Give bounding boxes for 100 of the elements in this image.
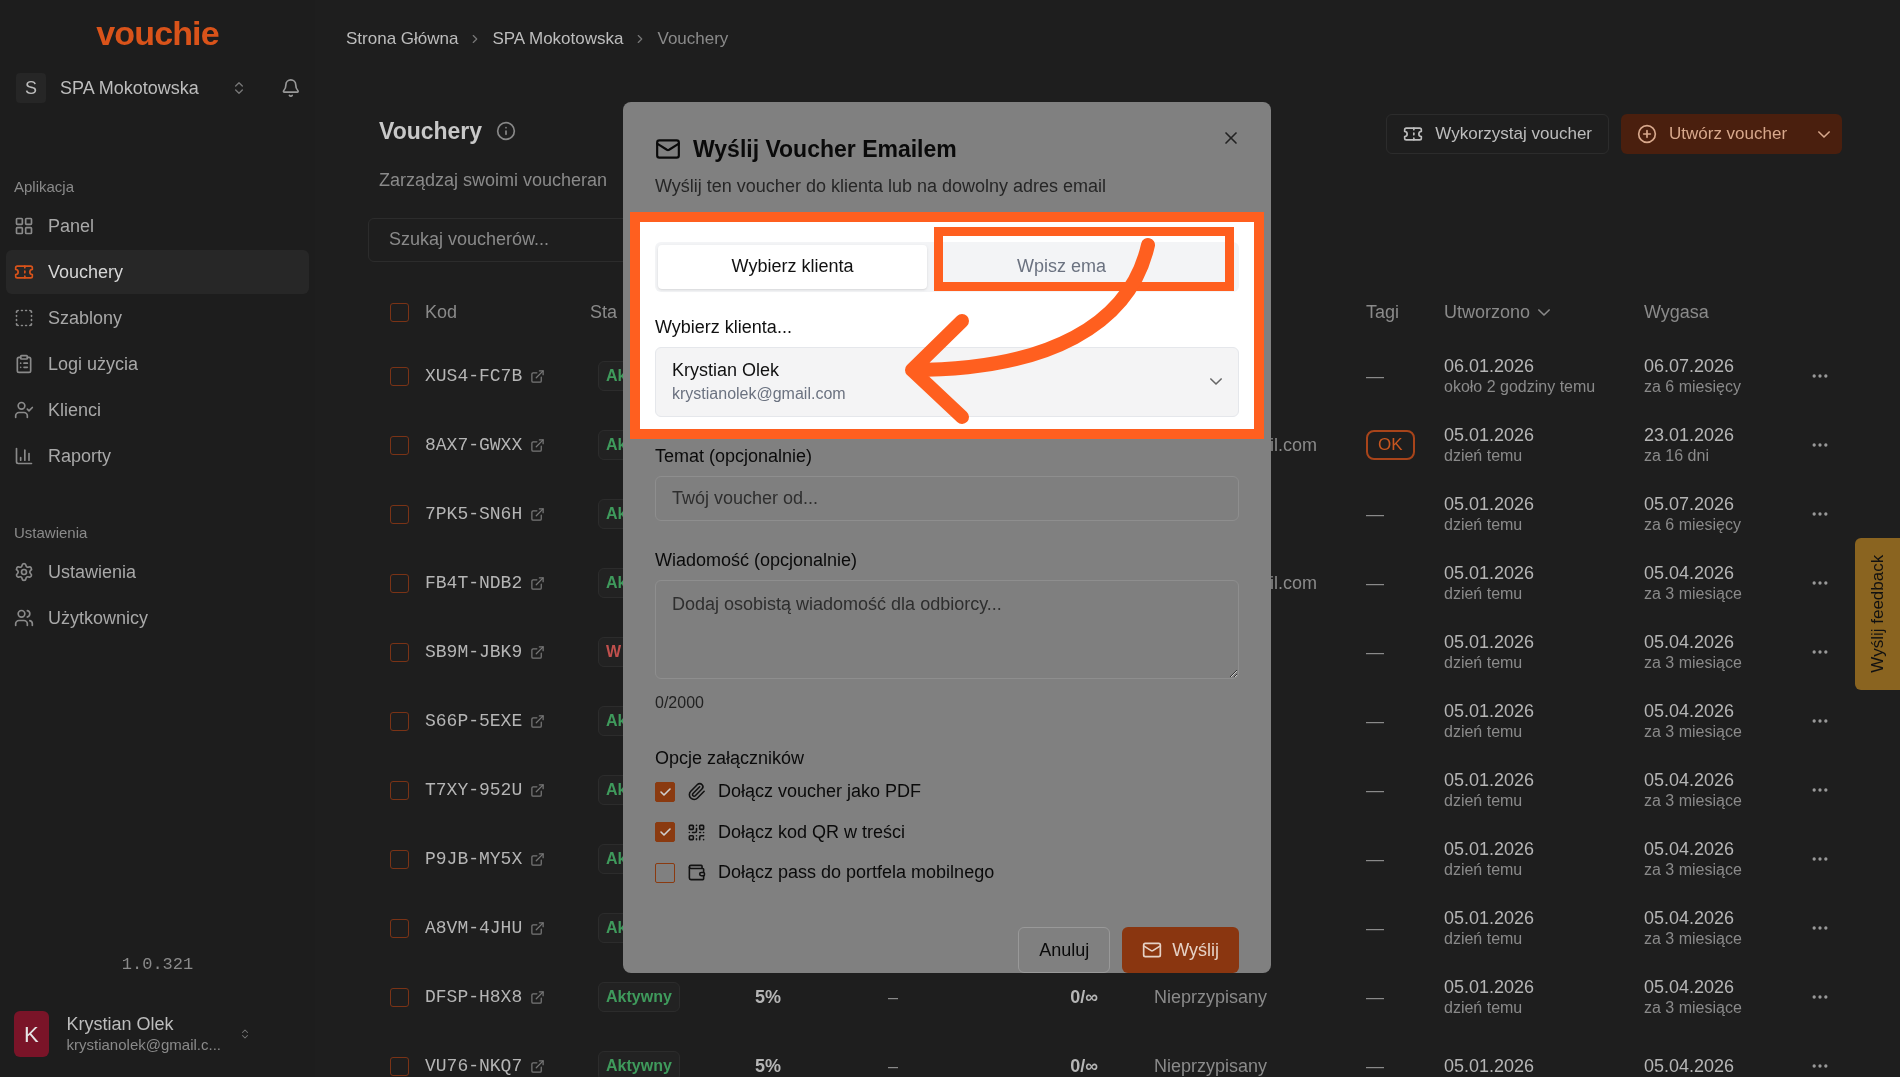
sidebar-item[interactable]: Panel	[6, 204, 309, 248]
expiry-date: 05.04.2026	[1644, 699, 1736, 723]
message-textarea[interactable]: Dodaj osobistą wiadomość dla odbiorcy...	[655, 579, 1239, 679]
feedback-tab[interactable]: Wyślij feedback	[1855, 538, 1900, 690]
checkbox[interactable]	[390, 303, 409, 322]
expiry-relative: za 3 miesiące	[1644, 929, 1743, 950]
checkbox[interactable]	[655, 862, 675, 883]
column-header[interactable]: Utworzono	[1444, 299, 1531, 326]
dialog-title: Wyślij Voucher Emailem	[693, 135, 957, 164]
created-date: 05.01.2026	[1444, 906, 1536, 930]
external-link-icon[interactable]	[530, 851, 546, 867]
external-link-icon[interactable]	[530, 575, 546, 591]
expiry-relative: za 3 miesiące	[1644, 584, 1743, 605]
grid-icon	[14, 216, 34, 236]
external-link-icon[interactable]	[530, 782, 546, 798]
bar-chart-icon	[14, 446, 34, 466]
page-subtitle: Zarządzaj swoimi voucheran	[379, 168, 608, 192]
empty-tag: —	[1366, 848, 1384, 869]
notification-bell-icon[interactable]	[281, 78, 301, 98]
sidebar-item[interactable]: Raporty	[6, 434, 309, 478]
created-date: 05.01.2026	[1444, 837, 1536, 861]
empty-tag: —	[1366, 710, 1384, 731]
dialog-subtitle: Wyślij ten voucher do klienta lub na dowolny adres email	[655, 174, 1108, 198]
external-link-icon[interactable]	[530, 920, 546, 936]
breadcrumb: Vouchery	[657, 28, 729, 51]
check-icon	[659, 828, 671, 837]
external-link-icon[interactable]	[530, 644, 546, 660]
logo: vouchie	[96, 12, 219, 54]
created-date: 05.01.2026	[1444, 423, 1536, 447]
tab[interactable]: Wybierz klienta	[658, 244, 927, 289]
organization-switcher[interactable]: S SPA Mokotowska	[14, 66, 250, 110]
sidebar-item[interactable]: Szablony	[6, 296, 309, 340]
created-date: 05.01.2026	[1444, 630, 1536, 654]
voucher-code: 8AX7-GWXX	[425, 433, 523, 457]
empty-tag: —	[1366, 641, 1384, 662]
discount-cell: 5%	[755, 986, 781, 1007]
external-link-icon[interactable]	[530, 368, 546, 384]
mail-icon	[1142, 940, 1163, 961]
checkbox[interactable]	[390, 849, 409, 869]
info-icon[interactable]	[496, 121, 517, 142]
sidebar-item[interactable]: Logi użycia	[6, 342, 309, 386]
checkbox[interactable]	[390, 435, 409, 455]
checkbox[interactable]	[390, 987, 409, 1007]
subject-input[interactable]: Twój voucher od...	[655, 475, 1239, 521]
ticket-icon	[1403, 124, 1424, 144]
column-header: Wygasa	[1644, 302, 1709, 322]
checkbox[interactable]	[390, 366, 409, 386]
external-link-icon[interactable]	[530, 989, 546, 1005]
expiry-date: 23.01.2026	[1644, 423, 1736, 447]
tag-badge: OK	[1366, 430, 1415, 460]
breadcrumb[interactable]: Strona Główna	[346, 26, 459, 52]
send-button[interactable]: Wyślij	[1122, 927, 1239, 974]
external-link-icon[interactable]	[530, 506, 546, 522]
option-label: Dołącz kod QR w treści	[718, 820, 906, 844]
sidebar-item[interactable]: Vouchery	[6, 250, 309, 294]
sidebar-item[interactable]: Klienci	[6, 388, 309, 432]
breadcrumb[interactable]: SPA Mokotowska	[492, 26, 624, 52]
created-relative: dzień temu	[1444, 446, 1524, 467]
checkbox[interactable]	[390, 711, 409, 731]
created-relative: dzień temu	[1444, 791, 1524, 812]
redeem-button[interactable]: Wykorzystaj voucher	[1386, 114, 1609, 154]
expiry-relative: za 6 miesięcy	[1644, 377, 1742, 398]
sidebar-item[interactable]: Ustawienia	[6, 550, 309, 594]
created-date: 06.01.2026	[1444, 354, 1536, 378]
expiry-date: 06.07.2026	[1644, 354, 1736, 378]
users-icon	[14, 608, 34, 628]
version-label: 1.0.321	[120, 953, 195, 976]
external-link-icon[interactable]	[530, 437, 546, 453]
status-badge: Aktywny	[598, 982, 680, 1012]
client-select[interactable]: Krystian Olek krystianolek@gmail.com	[655, 346, 1239, 417]
user-profile[interactable]: K Krystian Olek krystianolek@gmail.c...	[0, 1001, 315, 1067]
column-header: Sta	[590, 302, 618, 322]
client-cell-text: Nieprzypisany	[1154, 1054, 1268, 1077]
checkbox[interactable]	[655, 781, 675, 802]
clipboard-icon	[14, 354, 34, 374]
client-email: il.com	[1270, 433, 1317, 457]
paperclip-icon	[687, 782, 706, 802]
checkbox[interactable]	[390, 780, 409, 800]
voucher-code: 7PK5-SN6H	[425, 502, 523, 526]
checkbox[interactable]	[390, 504, 409, 524]
checkbox[interactable]	[655, 822, 675, 843]
external-link-icon[interactable]	[530, 1058, 546, 1074]
checkbox[interactable]	[390, 1056, 409, 1076]
usage-cell-text: 0/∞	[1070, 985, 1098, 1009]
dashed-square-icon	[14, 308, 34, 328]
voucher-code: P9JB-MY5X	[425, 847, 523, 871]
external-link-icon[interactable]	[530, 713, 546, 729]
created-date: 05.01.2026	[1444, 768, 1536, 792]
create-button[interactable]: Utwórz voucher	[1621, 114, 1842, 154]
checkbox[interactable]	[390, 573, 409, 593]
checkbox[interactable]	[390, 642, 409, 662]
sidebar-item[interactable]: Użytkownicy	[6, 596, 309, 640]
checkbox[interactable]	[390, 918, 409, 938]
sort-icon[interactable]	[1538, 309, 1551, 316]
client-name: Krystian Olek	[672, 359, 781, 382]
created-relative: dzień temu	[1444, 860, 1524, 881]
expiry-relative: za 3 miesiące	[1644, 722, 1743, 743]
created-relative: dzień temu	[1444, 584, 1524, 605]
tab[interactable]: Wpisz ema	[927, 244, 1236, 289]
cancel-button[interactable]: Anuluj	[1018, 927, 1111, 974]
